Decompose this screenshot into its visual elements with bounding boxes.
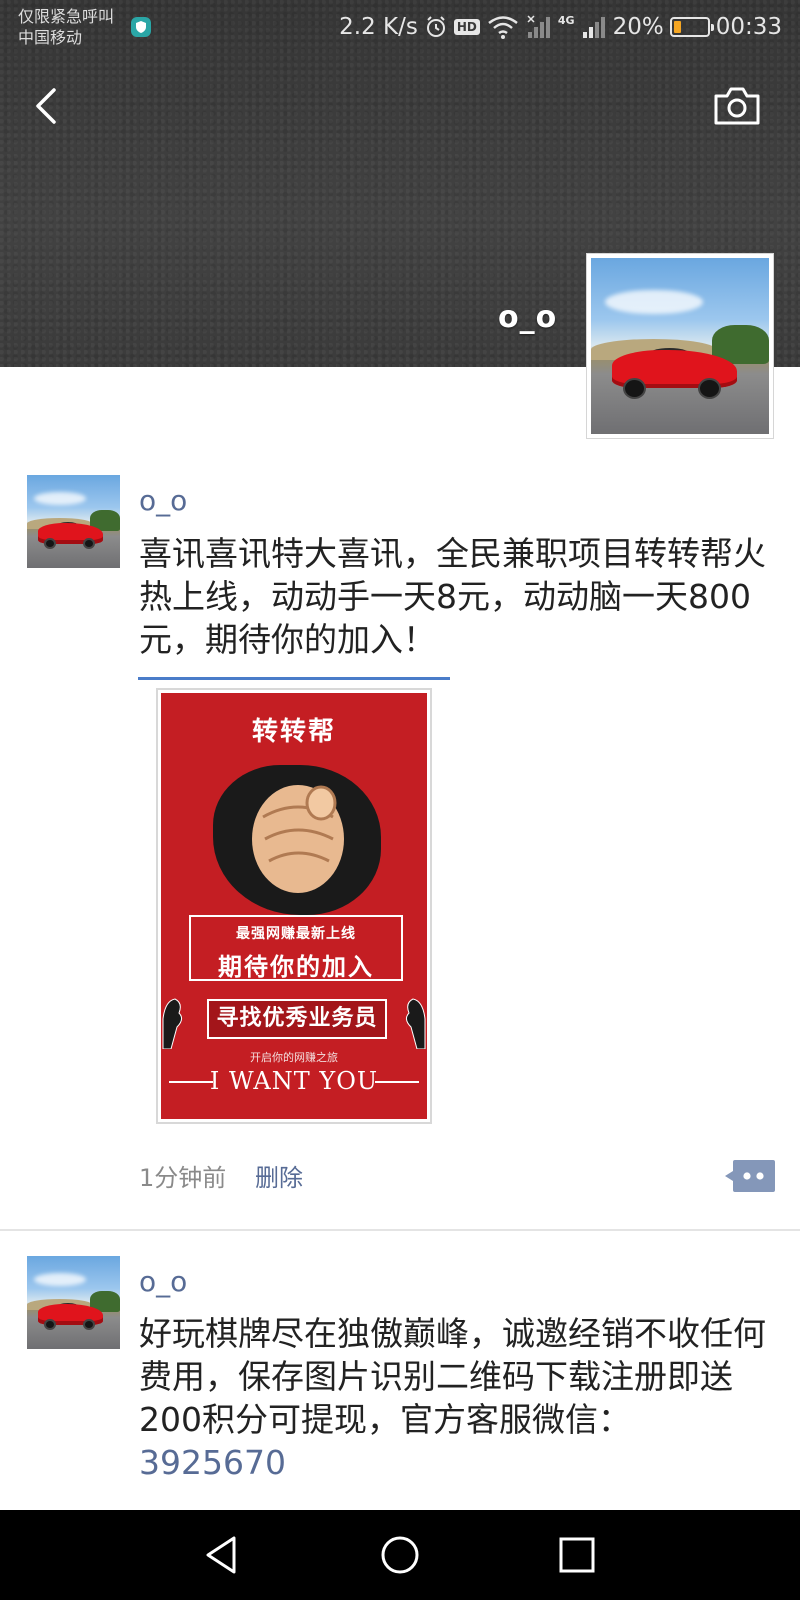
post-divider (0, 1229, 800, 1231)
more-dots-icon (725, 1160, 775, 1192)
carrier-name: 中国移动 (18, 28, 83, 47)
nav-recents-button[interactable] (554, 1532, 600, 1578)
back-triangle-icon (206, 1536, 236, 1574)
battery-percent: 20% (612, 14, 664, 40)
poster-frame: 转转帮 最强网赚最新上线 期待你的加入 寻找优秀业务员 开启你的网赚之旅 I W… (156, 688, 432, 1124)
poster-headline-box: 最强网赚最新上线 期待你的加入 (189, 915, 403, 981)
post-avatar[interactable] (27, 475, 120, 568)
poster-headline: 期待你的加入 (218, 953, 374, 981)
camera-icon (714, 87, 760, 125)
alarm-icon (426, 16, 445, 37)
back-button[interactable] (26, 84, 66, 128)
ok-hand-icon (405, 998, 426, 1049)
avatar-car-image (27, 475, 120, 568)
poster-english-text: I WANT YOU (209, 1067, 379, 1095)
post-text-block: 好玩棋牌尽在独傲巅峰，诚邀经销不收任何费用，保存图片识别二维码下载注册即送200… (139, 1312, 774, 1484)
ok-hand-icon (162, 998, 183, 1049)
post-author-name[interactable]: o_o (139, 1265, 187, 1298)
camera-button[interactable] (712, 84, 762, 128)
post-text: 好玩棋牌尽在独傲巅峰，诚邀经销不收任何费用，保存图片识别二维码下载注册即送200… (139, 1314, 766, 1439)
clock: 00:33 (715, 14, 782, 40)
recents-square-icon (559, 1537, 595, 1573)
battery-icon (669, 17, 714, 37)
post-timestamp: 1分钟前 (139, 1164, 227, 1192)
post-avatar[interactable] (27, 1256, 120, 1349)
pointing-hand-icon (252, 785, 344, 893)
carrier-info: 仅限紧急呼叫 中国移动 (18, 6, 114, 48)
net-speed: 2.2 K/s (339, 14, 418, 40)
battery-level (673, 21, 681, 33)
signal-sim1-icon (527, 15, 550, 38)
wechat-id-link[interactable]: 3925670 (139, 1441, 774, 1484)
status-indicators: 2.2 K/s HD 4G 20% 00:33 (339, 12, 782, 42)
poster-banner: 寻找优秀业务员 (207, 999, 387, 1039)
profile-avatar[interactable] (586, 253, 774, 439)
nav-back-button[interactable] (200, 1532, 246, 1578)
post-image[interactable]: 转转帮 最强网赚最新上线 期待你的加入 寻找优秀业务员 开启你的网赚之旅 I W… (138, 677, 450, 1124)
signal-sim2-icon (582, 17, 605, 38)
avatar-car-image (591, 258, 769, 434)
status-bar: 仅限紧急呼叫 中国移动 2.2 K/s HD 4G 20% 00:33 (0, 0, 800, 54)
hd-badge: HD (453, 19, 480, 35)
carrier-emergency-text: 仅限紧急呼叫 (18, 7, 115, 26)
delete-link[interactable]: 删除 (255, 1158, 303, 1193)
post-author-name[interactable]: o_o (139, 484, 187, 517)
nav-home-button[interactable] (377, 1532, 423, 1578)
poster-tagline: 开启你的网赚之旅 (250, 1051, 338, 1064)
poster-title: 转转帮 (251, 717, 336, 747)
home-circle-icon (381, 1536, 419, 1574)
chevron-left-icon (36, 88, 56, 124)
profile-username: o_o (498, 300, 558, 335)
poster-subheadline: 最强网赚最新上线 (236, 926, 356, 942)
network-type: 4G (557, 14, 575, 27)
wifi-icon (488, 16, 518, 39)
avatar-car-image (27, 1256, 120, 1349)
navigation-bar (0, 1510, 800, 1600)
post-text: 喜讯喜讯特大喜讯，全民兼职项目转转帮火热上线，动动手一天8元，动动脑一天800元… (139, 534, 766, 659)
comment-button[interactable] (725, 1160, 775, 1192)
shield-icon (131, 17, 151, 37)
